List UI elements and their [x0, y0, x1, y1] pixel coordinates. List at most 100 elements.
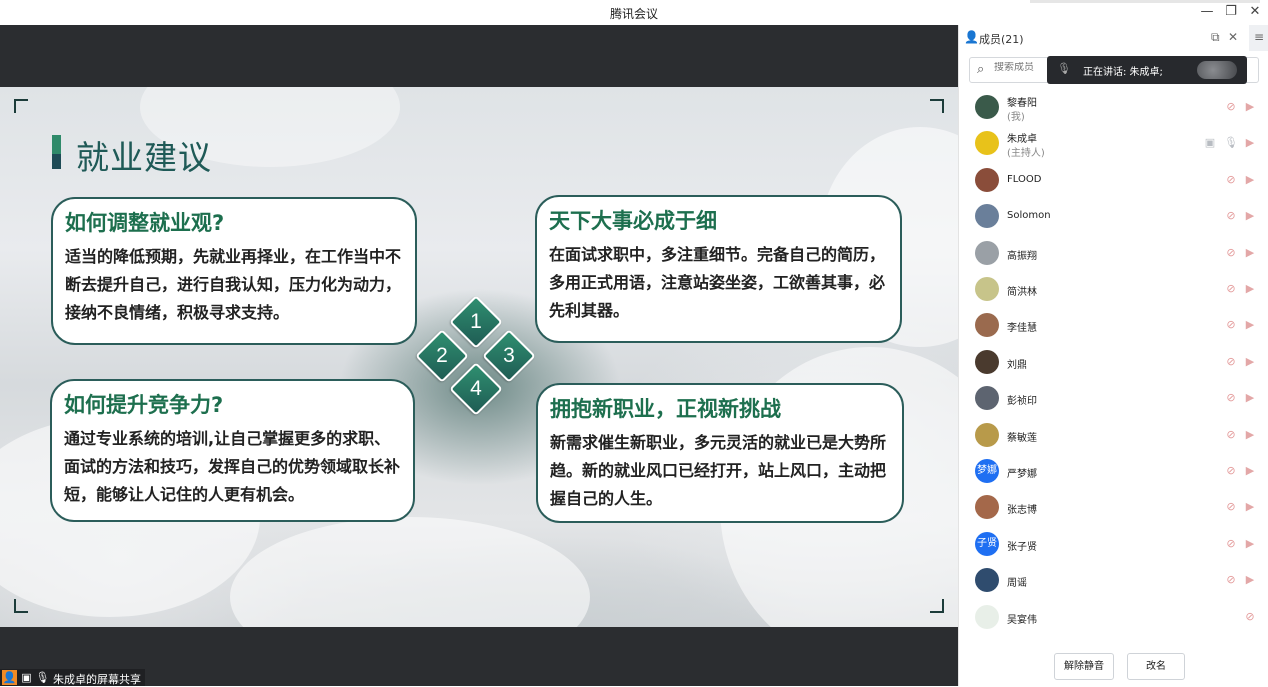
camera-off-icon[interactable]: ▶ [1243, 136, 1257, 149]
member-name: 简洪林 [1007, 287, 1037, 298]
close-panel-icon[interactable]: ✕ [1228, 30, 1238, 44]
member-row[interactable]: 刘鼎 ⊘ ▶ [959, 345, 1268, 381]
restore-icon[interactable]: ❐ [1221, 3, 1241, 21]
mic-off-icon[interactable]: ⊘ [1224, 428, 1238, 441]
avatar [975, 204, 999, 228]
window-title: 腾讯会议 [609, 7, 658, 21]
member-name: 蔡敏莲 [1007, 433, 1037, 444]
mic-off-icon[interactable]: ⊘ [1224, 246, 1238, 259]
rename-button[interactable]: 改名 [1127, 653, 1185, 680]
avatar [975, 605, 999, 629]
member-name: 刘鼎 [1007, 360, 1027, 371]
member-name: 彭祯印 [1007, 396, 1037, 407]
panel-footer: 解除静音 改名 [959, 647, 1268, 686]
camera-off-icon[interactable]: ▶ [1243, 100, 1257, 113]
menu-icon[interactable]: ≡ [1249, 25, 1268, 51]
search-input[interactable] [994, 62, 1054, 73]
popout-icon[interactable]: ⧉ [1211, 30, 1220, 45]
camera-off-icon[interactable]: ▶ [1243, 464, 1257, 477]
diamond-number: 2 [436, 344, 448, 367]
member-name: 周谣 [1007, 578, 1027, 589]
minimize-icon[interactable]: — [1197, 3, 1217, 21]
mic-off-icon[interactable]: ⊘ [1224, 391, 1238, 404]
camera-off-icon[interactable]: ▶ [1243, 500, 1257, 513]
member-role: (主持人) [1007, 148, 1045, 159]
speaking-text: 正在讲话: 朱成卓; [1083, 67, 1163, 78]
mic-off-icon[interactable]: ⊘ [1224, 318, 1238, 331]
slide-heading: 就业建议 [76, 138, 212, 177]
diamond-number: 1 [470, 310, 482, 333]
avatar [975, 168, 999, 192]
camera-off-icon[interactable]: ▶ [1243, 318, 1257, 331]
avatar: 子贤 [975, 532, 999, 556]
camera-off-icon[interactable]: ▶ [1243, 173, 1257, 186]
camera-off-icon[interactable]: ▶ [1243, 537, 1257, 550]
speaking-tooltip: 🎙 正在讲话: 朱成卓; [1047, 56, 1247, 84]
mic-off-icon[interactable]: ⊘ [1224, 282, 1238, 295]
avatar [975, 386, 999, 410]
mic-off-icon[interactable]: ⊘ [1224, 537, 1238, 550]
avatar [975, 495, 999, 519]
avatar [975, 350, 999, 374]
camera-off-icon[interactable]: ▶ [1243, 246, 1257, 259]
member-row[interactable]: 简洪林 ⊘ ▶ [959, 272, 1268, 308]
corner-bracket [930, 599, 944, 613]
card-body: 适当的降低预期，先就业再择业，在工作当中不断去提升自己，进行自我认知，压力化为动… [65, 247, 402, 322]
member-row[interactable]: 彭祯印 ⊘ ▶ [959, 381, 1268, 417]
member-name: 李佳慧 [1007, 323, 1037, 334]
member-row[interactable]: 高振翔 ⊘ ▶ [959, 236, 1268, 272]
share-label: 朱成卓的屏幕共享 [53, 673, 141, 686]
mic-off-icon[interactable]: ⊘ [1224, 464, 1238, 477]
camera-off-icon[interactable]: ▶ [1243, 355, 1257, 368]
microphone-icon: 🎙 [35, 671, 50, 684]
mic-off-icon[interactable]: ⊘ [1224, 209, 1238, 222]
presentation-slide: 就业建议 如何调整就业观? 适当的降低预期，先就业再择业，在工作当中不断去提升自… [0, 87, 958, 627]
member-name: 张志博 [1007, 505, 1037, 516]
camera-off-icon[interactable]: ▶ [1243, 209, 1257, 222]
member-row[interactable]: 黎春阳 (我) ⊘ ▶ [959, 90, 1268, 126]
person-icon: 👤 [964, 30, 979, 44]
mic-off-icon[interactable]: ⊘ [1243, 610, 1257, 623]
member-row[interactable]: 蔡敏莲 ⊘ ▶ [959, 418, 1268, 454]
camera-off-icon[interactable]: ▶ [1243, 428, 1257, 441]
panel-header: 👤 成员(21) ⧉ ✕ ≡ [959, 25, 1268, 51]
blurred-avatar [1197, 61, 1237, 79]
card-title: 天下大事必成于细 [549, 209, 717, 233]
heading-accent-bar [52, 135, 61, 169]
member-name: 吴宴伟 [1007, 615, 1037, 626]
screen-share-view[interactable]: 就业建议 如何调整就业观? 适当的降低预期，先就业再择业，在工作当中不断去提升自… [0, 25, 958, 686]
blossom-decoration [230, 517, 590, 627]
member-row[interactable]: 梦娜 严梦娜 ⊘ ▶ [959, 454, 1268, 490]
avatar [975, 423, 999, 447]
mic-on-icon[interactable]: 🎙 [1224, 136, 1238, 149]
member-row[interactable]: 吴宴伟 ⊘ [959, 600, 1268, 636]
member-row[interactable]: 李佳慧 ⊘ ▶ [959, 308, 1268, 344]
mic-off-icon[interactable]: ⊘ [1224, 573, 1238, 586]
member-role: (我) [1007, 112, 1025, 123]
avatar [975, 568, 999, 592]
camera-off-icon[interactable]: ▶ [1243, 282, 1257, 295]
advice-card-3: 如何提升竞争力? 通过专业系统的培训,让自己掌握更多的求职、面试的方法和技巧，发… [50, 379, 415, 522]
diamond-number: 3 [503, 344, 515, 367]
member-row[interactable]: 子贤 张子贤 ⊘ ▶ [959, 527, 1268, 563]
screen-share-status: 👤 ▣ 🎙 朱成卓的屏幕共享 [0, 669, 145, 686]
member-row[interactable]: FLOOD ⊘ ▶ [959, 163, 1268, 199]
member-row[interactable]: 朱成卓 (主持人) ▣ 🎙 ▶ [959, 126, 1268, 162]
member-row[interactable]: Solomon ⊘ ▶ [959, 199, 1268, 235]
member-name: 高振翔 [1007, 251, 1037, 262]
mic-off-icon[interactable]: ⊘ [1224, 500, 1238, 513]
mic-off-icon[interactable]: ⊘ [1224, 173, 1238, 186]
member-row[interactable]: 周谣 ⊘ ▶ [959, 563, 1268, 599]
members-panel: 👤 成员(21) ⧉ ✕ ≡ ⌕ 🎙 正在讲话: 朱成卓; 黎春阳(我)⊘▶朱成… [958, 25, 1268, 686]
member-row[interactable]: 张志博 ⊘ ▶ [959, 490, 1268, 526]
mic-off-icon[interactable]: ⊘ [1224, 100, 1238, 113]
screen-share-icon: ▣ [21, 671, 32, 684]
card-body: 在面试求职中，多注重细节。完备自己的简历，多用正式用语，注意站姿坐姿，工欲善其事… [549, 245, 886, 320]
unmute-all-button[interactable]: 解除静音 [1054, 653, 1114, 680]
mic-off-icon[interactable]: ⊘ [1224, 355, 1238, 368]
member-name: 朱成卓 [1007, 134, 1037, 145]
camera-off-icon[interactable]: ▶ [1243, 573, 1257, 586]
camera-off-icon[interactable]: ▶ [1243, 391, 1257, 404]
member-name: 张子贤 [1007, 542, 1037, 553]
close-icon[interactable]: ✕ [1245, 3, 1265, 21]
